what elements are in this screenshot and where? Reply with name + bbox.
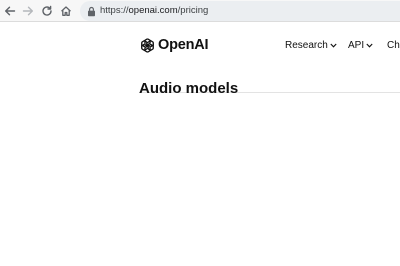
openai-logo-link[interactable]: OpenAI <box>139 37 209 54</box>
url-text: https://openai.com/pricing <box>100 4 208 18</box>
back-icon <box>5 6 16 16</box>
chevron-down-icon <box>366 43 373 48</box>
nav-research-label: Research <box>285 40 328 51</box>
back-button[interactable] <box>2 3 18 19</box>
section-title: Audio models <box>139 80 239 97</box>
site-header: OpenAI Research API Ch <box>0 22 400 93</box>
nav-chatgpt-label: Ch <box>387 40 400 51</box>
reload-icon <box>42 5 52 16</box>
nav-api-label: API <box>348 40 365 51</box>
nav-chatgpt[interactable]: Ch <box>387 39 400 52</box>
openai-logo-icon <box>141 38 154 53</box>
url-path: /pricing <box>177 5 209 16</box>
url-host: openai.com <box>128 5 178 16</box>
home-icon <box>61 6 71 16</box>
nav-research[interactable]: Research <box>285 39 337 52</box>
lock-icon[interactable] <box>87 6 96 17</box>
url-scheme: https:// <box>100 5 129 16</box>
logo-text: OpenAI <box>158 37 209 53</box>
forward-button[interactable] <box>20 3 36 19</box>
address-bar[interactable]: https://openai.com/pricing <box>80 1 400 21</box>
browser-toolbar: https://openai.com/pricing <box>0 0 400 22</box>
chevron-down-icon <box>330 43 337 48</box>
home-button[interactable] <box>58 3 74 19</box>
reload-button[interactable] <box>39 3 55 19</box>
nav-api[interactable]: API <box>348 39 373 52</box>
forward-icon <box>22 6 33 16</box>
